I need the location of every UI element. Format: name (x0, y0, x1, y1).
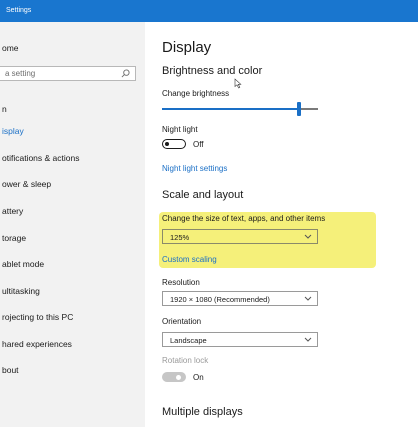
search-icon[interactable] (121, 69, 130, 78)
resolution-dropdown[interactable]: 1920 × 1080 (Recommended) (162, 291, 318, 306)
sidebar-item-home[interactable]: ome (2, 43, 19, 53)
page-title: Display (162, 39, 212, 56)
sidebar-item-multitasking[interactable]: ultitasking (2, 286, 40, 296)
sidebar-item-tablet-mode[interactable]: ablet mode (2, 259, 44, 269)
search-input[interactable] (5, 68, 113, 79)
sidebar-item-projecting[interactable]: rojecting to this PC (2, 312, 73, 322)
rotation-lock-state: On (193, 373, 204, 382)
scale-dropdown[interactable]: 125% (162, 229, 318, 244)
toggle-knob (165, 141, 169, 146)
night-light-label: Night light (162, 125, 198, 134)
window-title: Settings (6, 7, 32, 14)
text-size-label: Change the size of text, apps, and other… (162, 214, 326, 223)
scale-dropdown-value: 125% (170, 233, 190, 242)
main-content: Display Brightness and color Change brig… (145, 22, 418, 427)
brightness-heading: Brightness and color (162, 65, 263, 77)
mouse-cursor-icon (234, 78, 242, 89)
night-light-settings-link[interactable]: Night light settings (162, 164, 227, 173)
rotation-lock-label: Rotation lock (162, 356, 209, 365)
chevron-down-icon (304, 234, 312, 239)
sidebar-item-power-sleep[interactable]: ower & sleep (2, 179, 51, 189)
sidebar-item-shared-experiences[interactable]: hared experiences (2, 339, 72, 349)
brightness-slider-thumb[interactable] (297, 102, 301, 116)
sidebar-item-display[interactable]: isplay (2, 126, 24, 136)
brightness-slider-fill (162, 108, 299, 110)
sidebar-group-label: n (2, 104, 7, 114)
sidebar-item-notifications[interactable]: otifications & actions (2, 153, 79, 163)
chevron-down-icon (304, 337, 312, 342)
sidebar: ome n isplay otifications & actions ower… (0, 22, 145, 427)
sidebar-item-storage[interactable]: torage (2, 233, 26, 243)
night-light-toggle[interactable] (162, 139, 186, 149)
change-brightness-label: Change brightness (162, 89, 230, 98)
sidebar-item-about[interactable]: bout (2, 365, 19, 375)
rotation-lock-toggle (162, 372, 186, 382)
chevron-down-icon (304, 296, 312, 301)
resolution-label: Resolution (162, 278, 200, 287)
resolution-dropdown-value: 1920 × 1080 (Recommended) (170, 295, 270, 304)
orientation-label: Orientation (162, 317, 202, 326)
multiple-displays-heading: Multiple displays (162, 406, 243, 418)
sidebar-item-battery[interactable]: attery (2, 206, 23, 216)
custom-scaling-link[interactable]: Custom scaling (162, 255, 217, 264)
search-box[interactable] (0, 66, 136, 81)
title-bar: Settings (0, 0, 418, 22)
brightness-slider[interactable] (162, 102, 318, 116)
night-light-state: Off (193, 140, 204, 149)
orientation-dropdown[interactable]: Landscape (162, 332, 318, 347)
toggle-knob (176, 374, 181, 380)
scale-layout-heading: Scale and layout (162, 189, 244, 201)
orientation-dropdown-value: Landscape (170, 336, 207, 345)
